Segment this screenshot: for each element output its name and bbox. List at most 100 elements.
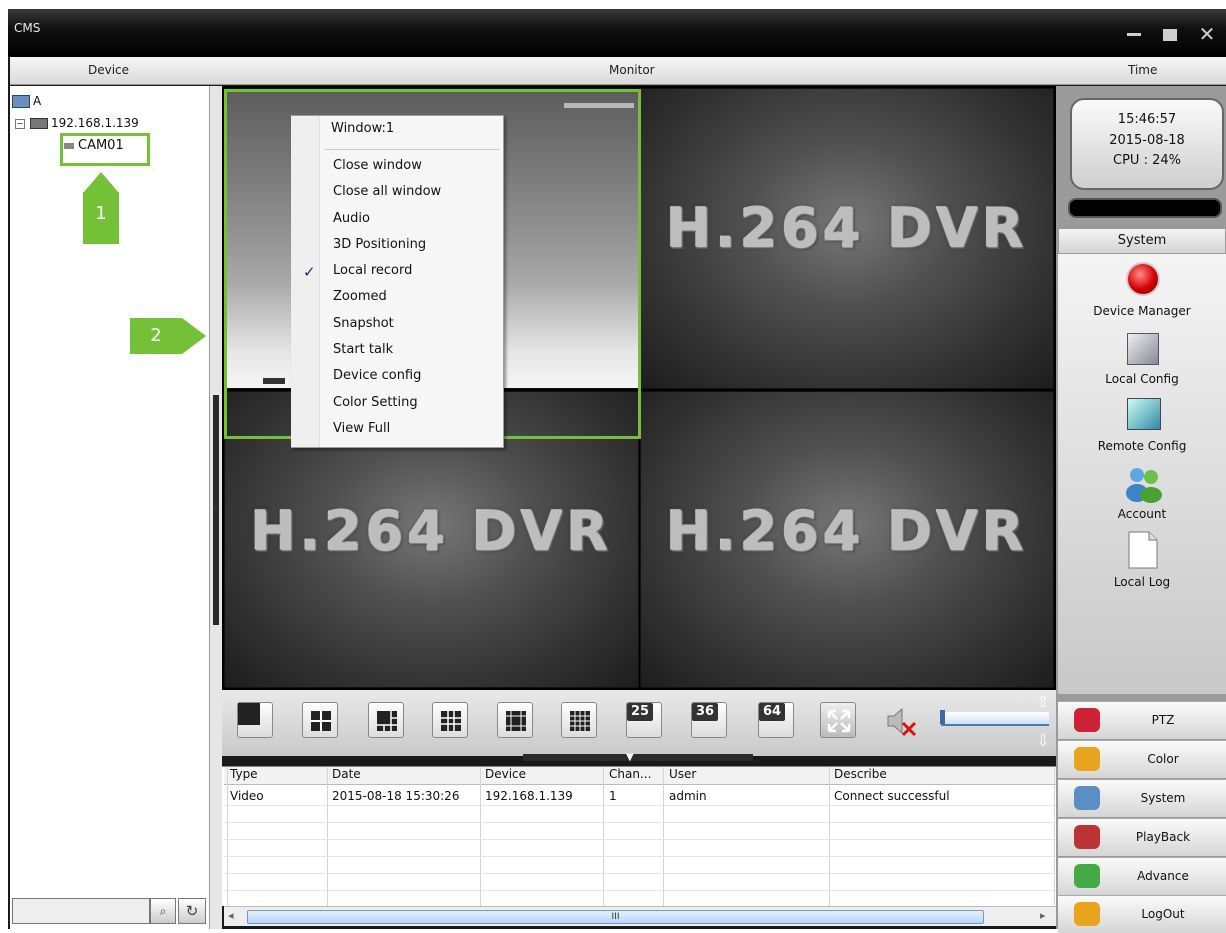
layout-9-button[interactable] (432, 702, 468, 738)
ptz-up-icon[interactable]: ⇧ (1032, 692, 1054, 712)
log-column-header[interactable]: Chan... (609, 767, 651, 781)
account-item[interactable]: Account (1058, 507, 1226, 521)
menu-item-start-talk[interactable]: Start talk (333, 342, 393, 357)
nav-button-advance[interactable]: Advance (1058, 857, 1226, 895)
nav-button-label: PlayBack (1135, 830, 1191, 844)
menu-separator (324, 149, 500, 150)
layout-25-label: 25 (627, 703, 653, 721)
log-column-header[interactable]: Date (332, 767, 361, 781)
log-cell: 1 (609, 789, 617, 803)
checkmark-icon: ✓ (303, 263, 316, 281)
volume-slider[interactable] (941, 712, 1049, 726)
scroll-right-icon[interactable]: ▸ (1040, 909, 1046, 922)
system-icon (1074, 786, 1100, 810)
marker-2-label: 2 (150, 325, 162, 346)
account-icon[interactable] (1124, 465, 1164, 503)
layout-36-button[interactable]: 36 (691, 702, 727, 738)
chevron-down-icon: ▼ (626, 752, 634, 763)
close-icon: ✕ (1198, 22, 1216, 46)
log-column-header[interactable]: Type (230, 767, 258, 781)
log-table (222, 766, 1056, 906)
menu-title: Window:1 (331, 121, 395, 136)
layout-4-button[interactable] (302, 702, 338, 738)
device-search-input[interactable] (12, 898, 150, 924)
minimize-button[interactable] (1124, 26, 1144, 42)
maximize-button[interactable] (1160, 26, 1180, 42)
scrollbar-thumb[interactable]: III (247, 910, 984, 924)
log-column-header[interactable]: User (669, 767, 696, 781)
nav-button-label: Advance (1137, 869, 1189, 883)
menu-item-view-full[interactable]: View Full (333, 421, 390, 436)
system-panel-title: System (1117, 233, 1167, 248)
tree-device-node[interactable]: − 192.168.1.139 (15, 116, 139, 130)
scroll-left-icon[interactable]: ◂ (228, 909, 234, 922)
speaker-mute-icon (887, 707, 917, 737)
remote-config-icon[interactable] (1127, 398, 1161, 430)
menu-item-local-record[interactable]: Local record (333, 263, 412, 278)
nav-button-ptz[interactable]: PTZ (1058, 701, 1226, 739)
layout-13-icon (506, 711, 526, 731)
device-manager-icon[interactable] (1126, 262, 1160, 296)
row-divider (224, 805, 1056, 806)
menu-item-audio[interactable]: Audio (333, 211, 370, 226)
nav-button-logout[interactable]: LogOut (1058, 895, 1226, 933)
row-divider (224, 873, 1056, 874)
log-column-header[interactable]: Describe (834, 767, 887, 781)
local-config-item[interactable]: Local Config (1058, 372, 1226, 386)
marker-2-arrow-icon (182, 318, 206, 354)
menu-gutter (291, 116, 320, 447)
volume-slider-thumb[interactable] (940, 710, 945, 724)
menu-item-device-config[interactable]: Device config (333, 368, 421, 383)
menu-item-snapshot[interactable]: Snapshot (333, 316, 394, 331)
row-divider (224, 822, 1056, 823)
search-button[interactable]: ⌕ (150, 898, 176, 924)
row-divider (224, 856, 1056, 857)
ptz-down-icon[interactable]: ⇩ (1032, 731, 1054, 751)
close-button[interactable]: ✕ (1196, 24, 1218, 44)
menu-item-color-setting[interactable]: Color Setting (333, 395, 418, 410)
monitor-header: Monitor (609, 63, 655, 77)
local-config-icon[interactable] (1127, 333, 1159, 365)
search-icon: ⌕ (159, 904, 167, 918)
menu-item-zoomed[interactable]: Zoomed (333, 289, 387, 304)
nav-button-system[interactable]: System (1058, 779, 1226, 817)
logout-icon (1074, 902, 1100, 926)
color-icon (1074, 747, 1100, 771)
clock-time: 15:46:57 (1117, 112, 1177, 127)
video-cell-4[interactable]: H.264 DVR (640, 391, 1054, 688)
title-bar[interactable] (8, 9, 1226, 57)
nav-button-color[interactable]: Color (1058, 740, 1226, 778)
layout-16-icon (570, 711, 590, 731)
menu-item-close-all-window[interactable]: Close all window (333, 184, 441, 199)
layout-64-button[interactable]: 64 (758, 702, 794, 738)
annotation-marker-2: 2 (130, 318, 182, 354)
tree-root[interactable]: A (12, 94, 41, 108)
log-column-header[interactable]: Device (485, 767, 526, 781)
layout-13-button[interactable] (497, 702, 533, 738)
menu-item-close-window[interactable]: Close window (333, 158, 422, 173)
nav-button-playback[interactable]: PlayBack (1058, 818, 1226, 856)
local-log-item[interactable]: Local Log (1058, 575, 1226, 589)
fullscreen-button[interactable] (820, 702, 856, 738)
collapse-left-icon[interactable]: ‹ (212, 497, 219, 518)
log-panel-toggle[interactable] (523, 754, 753, 761)
menu-item-3d-positioning[interactable]: 3D Positioning (333, 237, 426, 252)
tree-root-label: A (33, 94, 42, 108)
fullscreen-icon (827, 709, 851, 733)
layout-1-button[interactable] (237, 702, 273, 738)
layout-25-button[interactable]: 25 (626, 702, 662, 738)
remote-config-item[interactable]: Remote Config (1058, 439, 1226, 453)
refresh-button[interactable]: ↻ (178, 898, 206, 924)
highlight-box-camera (60, 133, 150, 166)
log-cell: Connect successful (834, 789, 950, 803)
mute-button[interactable] (884, 705, 920, 737)
device-manager-item[interactable]: Device Manager (1058, 304, 1226, 318)
layout-6-button[interactable] (368, 702, 404, 738)
local-log-icon[interactable] (1127, 530, 1159, 570)
collapse-icon: − (15, 118, 25, 129)
video-cell-2[interactable]: H.264 DVR (640, 88, 1054, 389)
nav-button-label: PTZ (1151, 713, 1175, 727)
layout-16-button[interactable] (561, 702, 597, 738)
advance-icon (1074, 864, 1100, 888)
layout-1-icon (238, 703, 260, 725)
